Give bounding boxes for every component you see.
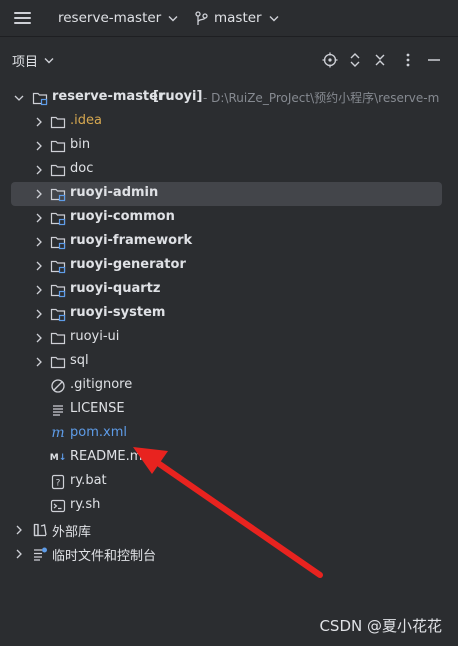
branch-selector[interactable]: master: [195, 0, 279, 36]
tree-row-ry-sh[interactable]: ry.sh: [0, 494, 458, 518]
root-path: - D:\RuiZe_ProJect\预约小程序\reserve-m: [203, 91, 440, 105]
tree-item-label: ruoyi-quartz: [70, 281, 161, 296]
chevron-down-icon: [168, 15, 178, 21]
tree-row-bin[interactable]: bin: [0, 134, 458, 158]
module-folder-icon: [50, 212, 66, 226]
tree-item-label: ruoyi-system: [70, 305, 166, 320]
module-folder-icon: [50, 188, 66, 202]
project-selector[interactable]: reserve-master: [58, 0, 178, 36]
chevron-right-icon[interactable]: [34, 165, 44, 175]
project-name: reserve-master: [58, 10, 162, 26]
module-folder-icon: [50, 236, 66, 250]
tree-row-ruoyi-framework[interactable]: ruoyi-framework: [0, 230, 458, 254]
chevron-right-icon[interactable]: [14, 549, 24, 559]
tree-item-label: 临时文件和控制台: [52, 549, 157, 564]
title-bar: reserve-master master: [0, 0, 458, 37]
collapse-all-icon[interactable]: [372, 52, 388, 68]
tree-row-ry-bat[interactable]: ? ry.bat: [0, 470, 458, 494]
tree-item-label: 外部库: [52, 525, 92, 540]
chevron-right-icon[interactable]: [34, 309, 44, 319]
chevron-right-icon[interactable]: [34, 357, 44, 367]
tree-row-ruoyi-ui[interactable]: ruoyi-ui: [0, 326, 458, 350]
tree-row-readme[interactable]: M ↓ README.m: [0, 446, 458, 470]
folder-icon: [50, 332, 66, 345]
panel-title: 项目: [12, 55, 39, 70]
tree-row-gitignore[interactable]: .gitignore: [0, 374, 458, 398]
tree-row-pom-xml[interactable]: m pom.xml: [0, 422, 458, 446]
tree-item-label: README.m: [70, 449, 143, 464]
tree-item-label: ruoyi-framework: [70, 233, 193, 248]
tree-item-label: ry.sh: [70, 497, 101, 512]
root-module-name: [ruoyi]: [153, 89, 203, 104]
shell-script-icon: [50, 499, 66, 513]
watermark: CSDN @夏小花花: [319, 617, 442, 635]
view-selector[interactable]: 项目: [12, 51, 54, 70]
chevron-right-icon[interactable]: [34, 213, 44, 223]
more-options-icon[interactable]: [400, 52, 416, 68]
tree-row-idea[interactable]: .idea: [0, 110, 458, 134]
script-file-icon: ?: [51, 474, 65, 490]
chevron-down-icon: [269, 15, 279, 21]
folder-icon: [50, 164, 66, 177]
tree-row-ruoyi-quartz[interactable]: ruoyi-quartz: [0, 278, 458, 302]
chevron-right-icon[interactable]: [34, 117, 44, 127]
tree-item-label: ry.bat: [70, 473, 107, 488]
tree-row-external-libraries[interactable]: 外部库: [0, 518, 458, 542]
tree-item-label: .gitignore: [70, 377, 133, 392]
chevron-right-icon[interactable]: [34, 189, 44, 199]
main-menu-icon[interactable]: [12, 0, 32, 36]
chevron-right-icon[interactable]: [34, 141, 44, 151]
tree-item-label: .idea: [70, 113, 102, 128]
chevron-right-icon[interactable]: [34, 285, 44, 295]
ignore-file-icon: [51, 379, 65, 393]
tree-item-label: ruoyi-ui: [70, 329, 120, 344]
tree-item-label: ruoyi-generator: [70, 257, 186, 272]
tree-row-ruoyi-common[interactable]: ruoyi-common: [0, 206, 458, 230]
scratches-icon: [34, 547, 47, 561]
module-folder-icon: [50, 260, 66, 274]
root-project-name: reserve-master: [52, 89, 165, 104]
tree-row-sql[interactable]: sql: [0, 350, 458, 374]
project-panel-header: 项目: [0, 44, 458, 76]
markdown-icon: M ↓: [49, 453, 67, 463]
tree-row-ruoyi-admin[interactable]: ruoyi-admin: [0, 182, 458, 206]
tree-item-label: LICENSE: [70, 401, 125, 416]
text-file-icon: [53, 405, 63, 416]
tree-row-ruoyi-system[interactable]: ruoyi-system: [0, 302, 458, 326]
tree-item-label: ruoyi-admin: [70, 185, 159, 200]
chevron-right-icon[interactable]: [34, 333, 44, 343]
tree-row-license[interactable]: LICENSE: [0, 398, 458, 422]
module-folder-icon: [50, 308, 66, 322]
tree-row-root[interactable]: reserve-master [ruoyi] - D:\RuiZe_ProJec…: [0, 86, 458, 110]
chevron-right-icon[interactable]: [34, 261, 44, 271]
hide-panel-icon[interactable]: [426, 52, 442, 68]
module-folder-icon: [50, 284, 66, 298]
git-branch-icon: [195, 10, 208, 25]
folder-icon: [50, 356, 66, 369]
tree-row-doc[interactable]: doc: [0, 158, 458, 182]
tree-item-label: pom.xml: [70, 425, 127, 440]
tree-item-label: bin: [70, 137, 91, 152]
library-icon: [33, 523, 47, 537]
locate-icon[interactable]: [322, 52, 338, 68]
tree-item-label: doc: [70, 161, 94, 176]
maven-icon: m: [51, 425, 65, 441]
tree-item-label: sql: [70, 353, 89, 368]
chevron-right-icon[interactable]: [14, 525, 24, 535]
chevron-down-icon[interactable]: [14, 93, 24, 103]
chevron-right-icon[interactable]: [34, 237, 44, 247]
tree-item-label: ruoyi-common: [70, 209, 175, 224]
chevron-down-icon: [44, 58, 54, 64]
folder-icon: [50, 116, 66, 129]
branch-name: master: [214, 10, 262, 26]
svg-text:?: ?: [56, 479, 61, 489]
expand-collapse-icon[interactable]: [347, 52, 363, 68]
module-folder-icon: [32, 92, 48, 106]
tree-row-ruoyi-generator[interactable]: ruoyi-generator: [0, 254, 458, 278]
folder-icon: [50, 140, 66, 153]
tree-row-scratches[interactable]: 临时文件和控制台: [0, 542, 458, 566]
